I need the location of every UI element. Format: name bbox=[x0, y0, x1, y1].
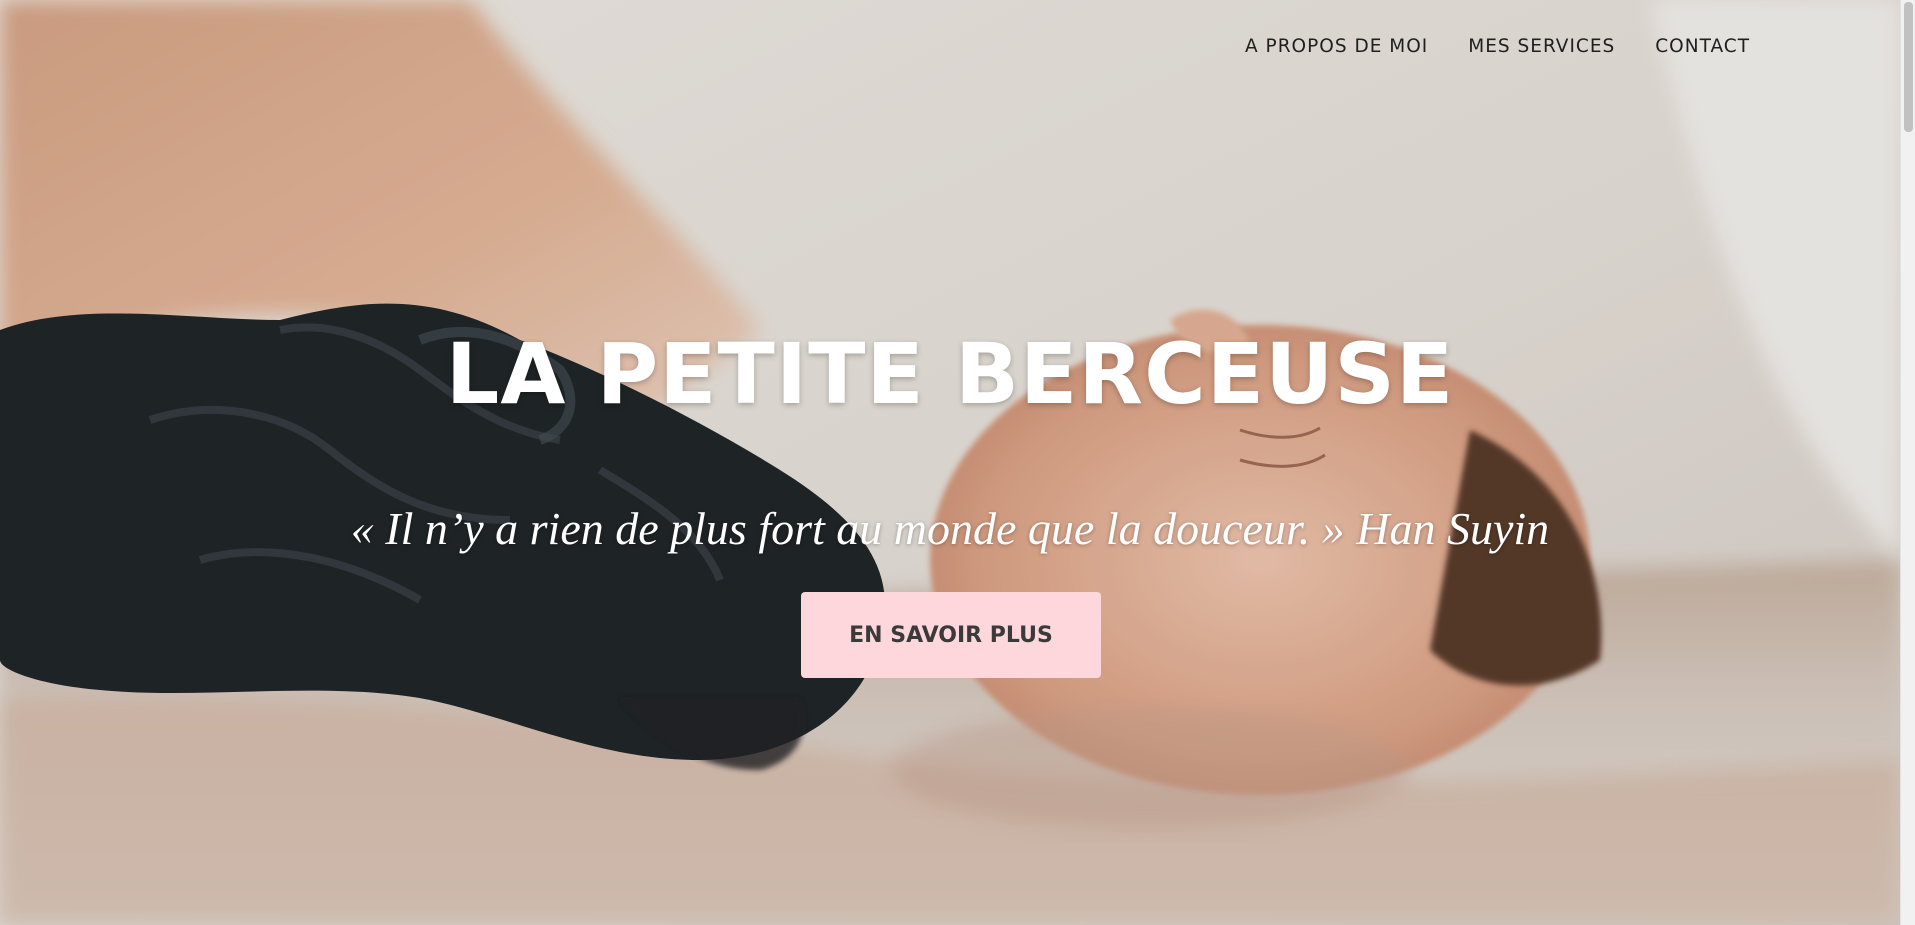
scrollbar-thumb[interactable] bbox=[1904, 2, 1913, 132]
nav-link-services[interactable]: MES SERVICES bbox=[1468, 36, 1615, 57]
hero-quote: « Il n’y a rien de plus fort au monde qu… bbox=[350, 503, 1550, 554]
hero-section: A PROPOS DE MOI MES SERVICES CONTACT LA … bbox=[0, 0, 1900, 925]
hero-overlay bbox=[0, 0, 1900, 925]
nav-link-about[interactable]: A PROPOS DE MOI bbox=[1245, 36, 1428, 57]
nav-link-contact[interactable]: CONTACT bbox=[1655, 36, 1750, 57]
learn-more-button[interactable]: EN SAVOIR PLUS bbox=[801, 592, 1101, 678]
main-nav: A PROPOS DE MOI MES SERVICES CONTACT bbox=[1245, 36, 1750, 57]
site-title: LA PETITE BERCEUSE bbox=[445, 325, 1455, 423]
page: A PROPOS DE MOI MES SERVICES CONTACT LA … bbox=[0, 0, 1915, 925]
page-scrollbar[interactable] bbox=[1900, 0, 1915, 925]
